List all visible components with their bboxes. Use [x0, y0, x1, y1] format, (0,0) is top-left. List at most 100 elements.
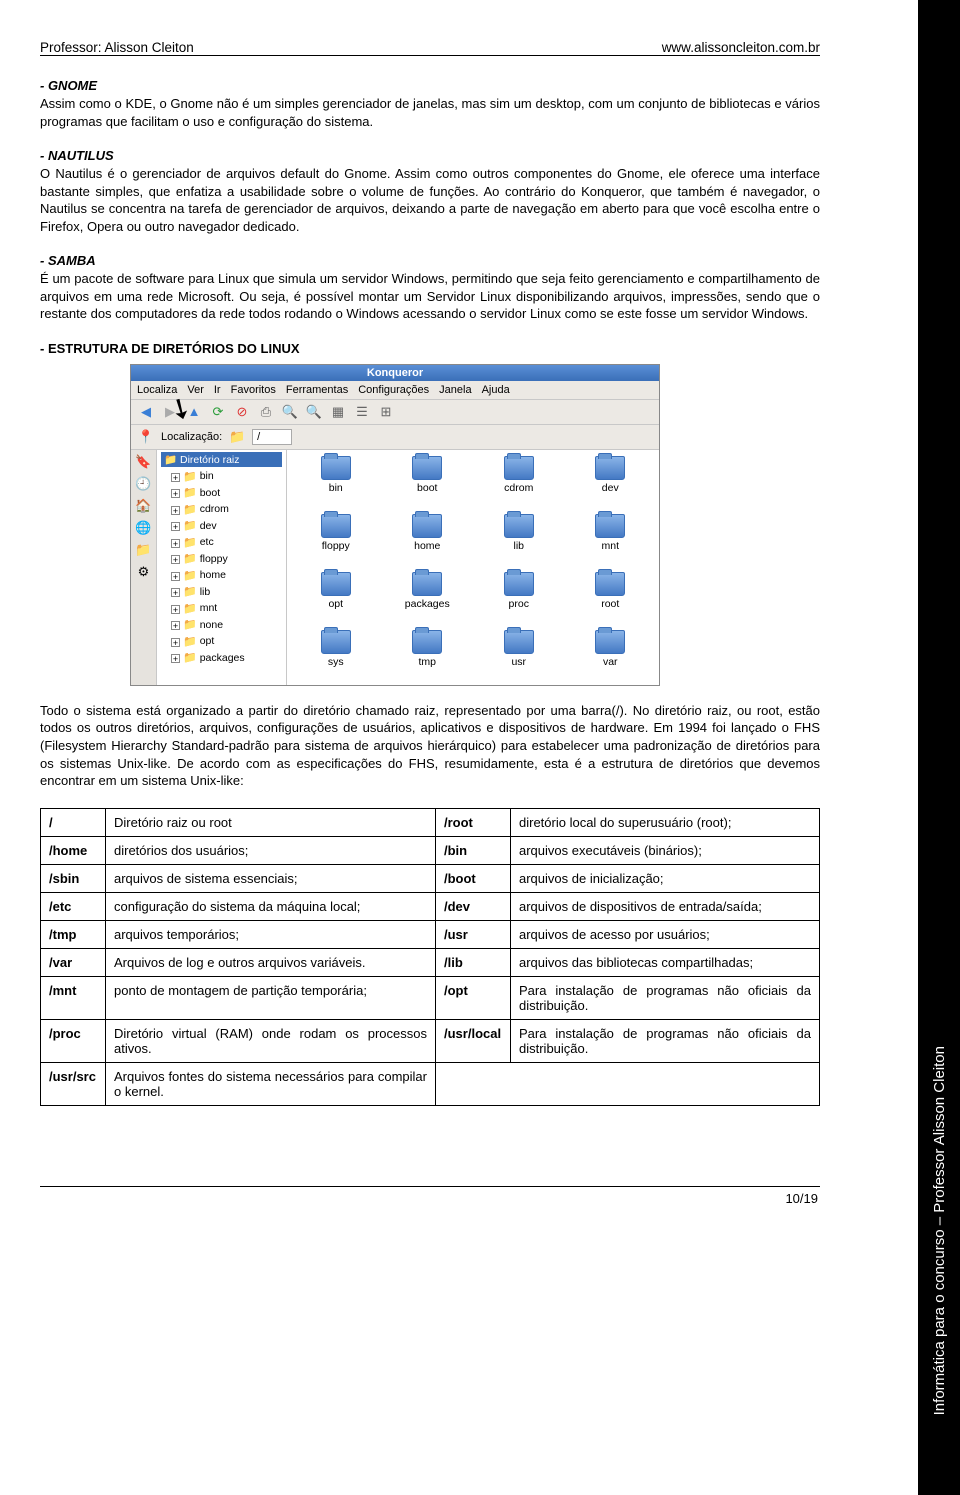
- folder-item[interactable]: sys: [291, 630, 381, 686]
- reload-icon[interactable]: ⟳: [209, 403, 227, 421]
- location-icon: 📍: [137, 428, 155, 446]
- table-row: /homediretórios dos usuários;/binarquivo…: [41, 836, 820, 864]
- table-cell: [436, 1062, 820, 1105]
- folder-icon: [595, 572, 625, 596]
- tree-item[interactable]: +📁etc: [161, 535, 282, 552]
- table-cell: Para instalação de programas não oficiai…: [511, 1019, 820, 1062]
- nautilus-title: - NAUTILUS: [40, 148, 820, 163]
- menu-item[interactable]: Favoritos: [231, 384, 276, 396]
- folder-icon: [321, 456, 351, 480]
- tree-item[interactable]: +📁floppy: [161, 551, 282, 568]
- view-tree-icon[interactable]: ⊞: [377, 403, 395, 421]
- table-row: /mntponto de montagem de partição tempor…: [41, 976, 820, 1019]
- folder-item[interactable]: tmp: [383, 630, 473, 686]
- gnome-title: - GNOME: [40, 78, 820, 93]
- table-cell: /dev: [436, 892, 511, 920]
- table-cell: diretórios dos usuários;: [106, 836, 436, 864]
- tree-item[interactable]: +📁boot: [161, 485, 282, 502]
- gnome-text: Assim como o KDE, o Gnome não é um simpl…: [40, 95, 820, 130]
- tree-item[interactable]: +📁opt: [161, 634, 282, 651]
- side-strip: Informática para o concurso – Professor …: [918, 0, 960, 1495]
- menu-item[interactable]: Janela: [439, 384, 471, 396]
- folder-item[interactable]: floppy: [291, 514, 381, 570]
- side-strip-text: Informática para o concurso – Professor …: [931, 1046, 948, 1415]
- tree-item[interactable]: +📁lib: [161, 584, 282, 601]
- location-label: Localização:: [161, 431, 222, 443]
- konqueror-toolbar: ➘ ◀ ▶ ▲ ⟳ ⊘ ⎙ 🔍 🔍 ▦ ☰ ⊞: [131, 400, 659, 425]
- table-row: /procDiretório virtual (RAM) onde rodam …: [41, 1019, 820, 1062]
- menu-item[interactable]: Localiza: [137, 384, 177, 396]
- folder-icon: [504, 456, 534, 480]
- folder-icon: [321, 572, 351, 596]
- folder-icon: [412, 630, 442, 654]
- folder-icon: [321, 630, 351, 654]
- konqueror-sidebar: 🔖 🕘 🏠 🌐 📁 ⚙: [131, 450, 157, 685]
- folder-item[interactable]: cdrom: [474, 456, 564, 512]
- folder-item[interactable]: packages: [383, 572, 473, 628]
- folder-item[interactable]: root: [566, 572, 656, 628]
- folder-icon: [595, 456, 625, 480]
- print-icon[interactable]: ⎙: [257, 403, 275, 421]
- folder-item[interactable]: lib: [474, 514, 564, 570]
- stop-icon[interactable]: ⊘: [233, 403, 251, 421]
- folder-item[interactable]: boot: [383, 456, 473, 512]
- tree-item[interactable]: +📁packages: [161, 650, 282, 667]
- folder-item[interactable]: var: [566, 630, 656, 686]
- table-cell: Arquivos fontes do sistema necessários p…: [106, 1062, 436, 1105]
- folder-item[interactable]: bin: [291, 456, 381, 512]
- root-folder-icon[interactable]: 📁: [135, 542, 153, 560]
- table-cell: Para instalação de programas não oficiai…: [511, 976, 820, 1019]
- table-row: /varArquivos de log e outros arquivos va…: [41, 948, 820, 976]
- tree-item[interactable]: +📁bin: [161, 469, 282, 486]
- table-cell: arquivos temporários;: [106, 920, 436, 948]
- table-cell: diretório local do superusuário (root);: [511, 808, 820, 836]
- menu-item[interactable]: Configurações: [358, 384, 429, 396]
- folder-item[interactable]: mnt: [566, 514, 656, 570]
- konqueror-titlebar: Konqueror: [131, 365, 659, 381]
- menu-item[interactable]: Ir: [214, 384, 221, 396]
- view-icons-icon[interactable]: ▦: [329, 403, 347, 421]
- clock-icon[interactable]: 🕘: [135, 476, 153, 494]
- services-icon[interactable]: ⚙: [135, 564, 153, 582]
- table-row: /etcconfiguração do sistema da máquina l…: [41, 892, 820, 920]
- tree-item[interactable]: +📁cdrom: [161, 502, 282, 519]
- home-icon[interactable]: 🏠: [135, 498, 153, 516]
- tree-item[interactable]: +📁none: [161, 617, 282, 634]
- bookmark-icon[interactable]: 🔖: [135, 454, 153, 472]
- folder-item[interactable]: home: [383, 514, 473, 570]
- tree-item[interactable]: +📁dev: [161, 518, 282, 535]
- folder-item[interactable]: dev: [566, 456, 656, 512]
- table-row: /tmparquivos temporários;/usrarquivos de…: [41, 920, 820, 948]
- tree-item[interactable]: +📁mnt: [161, 601, 282, 618]
- header-right: www.alissoncleiton.com.br: [662, 40, 820, 55]
- table-cell: Diretório virtual (RAM) onde rodam os pr…: [106, 1019, 436, 1062]
- table-cell: /sbin: [41, 864, 106, 892]
- folder-icon: [412, 572, 442, 596]
- estrutura-title: - ESTRUTURA DE DIRETÓRIOS DO LINUX: [40, 341, 820, 356]
- back-icon[interactable]: ◀: [137, 403, 155, 421]
- folder-item[interactable]: opt: [291, 572, 381, 628]
- tree-root[interactable]: 📁 Diretório raiz: [161, 452, 282, 467]
- directories-table: /Diretório raiz ou root/rootdiretório lo…: [40, 808, 820, 1106]
- menu-item[interactable]: Ajuda: [482, 384, 510, 396]
- nautilus-text: O Nautilus é o gerenciador de arquivos d…: [40, 165, 820, 235]
- network-icon[interactable]: 🌐: [135, 520, 153, 538]
- table-cell: arquivos de sistema essenciais;: [106, 864, 436, 892]
- zoom-out-icon[interactable]: 🔍: [305, 403, 323, 421]
- location-input[interactable]: /: [252, 429, 292, 445]
- table-cell: /usr/local: [436, 1019, 511, 1062]
- table-cell: /mnt: [41, 976, 106, 1019]
- folder-root-icon: 📁: [228, 428, 246, 446]
- konqueror-window: Konqueror Localiza Ver Ir Favoritos Ferr…: [130, 364, 660, 686]
- fhs-paragraph: Todo o sistema está organizado a partir …: [40, 702, 820, 790]
- konqueror-iconview: bin boot cdrom dev floppy home lib mnt o…: [287, 450, 659, 685]
- view-list-icon[interactable]: ☰: [353, 403, 371, 421]
- menu-item[interactable]: Ferramentas: [286, 384, 348, 396]
- zoom-in-icon[interactable]: 🔍: [281, 403, 299, 421]
- folder-icon: [504, 572, 534, 596]
- table-cell: /boot: [436, 864, 511, 892]
- konqueror-locationbar: 📍 Localização: 📁 /: [131, 425, 659, 450]
- tree-item[interactable]: +📁home: [161, 568, 282, 585]
- folder-item[interactable]: usr: [474, 630, 564, 686]
- folder-item[interactable]: proc: [474, 572, 564, 628]
